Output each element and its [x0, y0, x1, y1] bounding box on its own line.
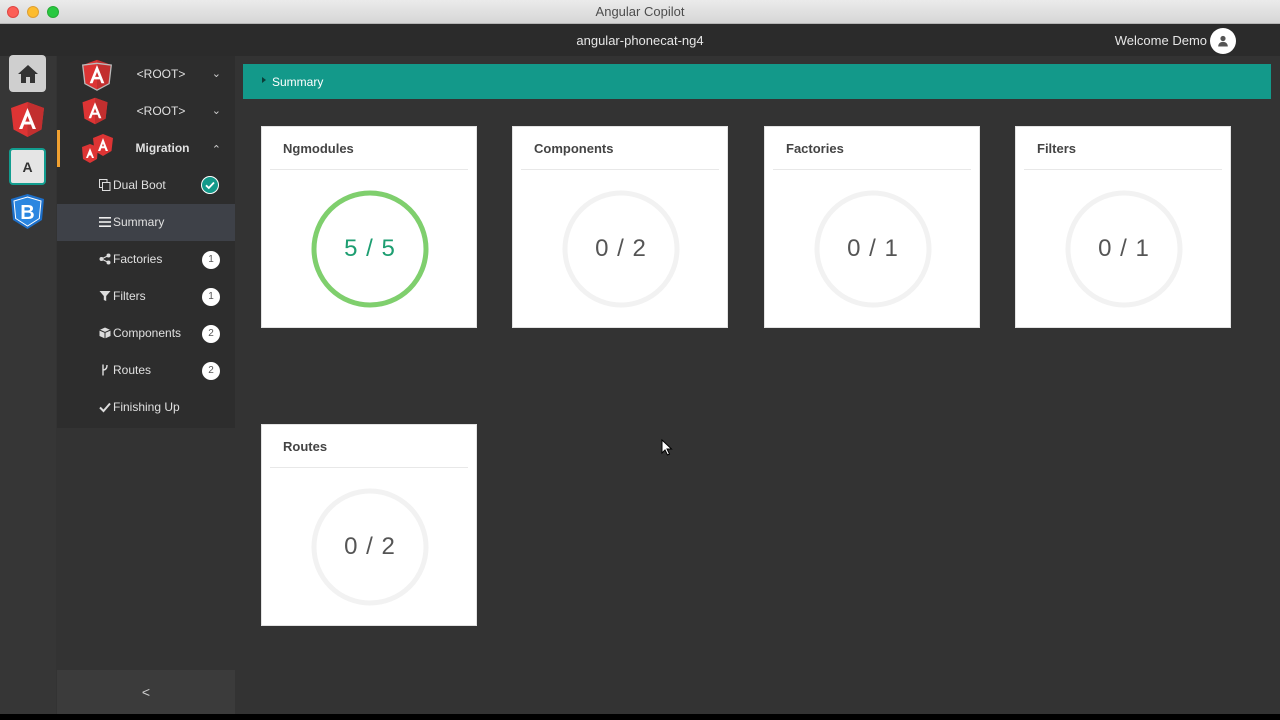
complete-check-icon — [201, 176, 219, 194]
user-icon — [1218, 35, 1228, 47]
nav-item-finishing-up[interactable]: Finishing Up — [57, 389, 235, 426]
project-label: <ROOT> — [136, 104, 186, 118]
home-button[interactable] — [9, 55, 46, 92]
app-window: Angular Copilot angular-phonecat-ng4 Wel… — [0, 0, 1280, 714]
angularjs-app-button[interactable]: A — [9, 148, 46, 185]
angular-logo-icon — [82, 59, 112, 91]
nav-item-label: Filters — [113, 289, 146, 303]
chevron-left-icon: < — [141, 684, 151, 700]
count-badge: 2 — [202, 325, 220, 343]
card-divider — [521, 169, 719, 170]
project-migration[interactable]: Migration ⌃ — [57, 130, 235, 167]
nav-item-routes[interactable]: Routes 2 — [57, 352, 235, 389]
summary-card-components: Components 0 / 2 — [512, 126, 728, 328]
card-title: Ngmodules — [283, 141, 354, 156]
nav-item-label: Dual Boot — [113, 178, 166, 192]
mouse-cursor-icon — [661, 439, 673, 456]
card-divider — [1024, 169, 1222, 170]
app-header: angular-phonecat-ng4 Welcome Demo — [0, 24, 1280, 56]
nav-item-filters[interactable]: Filters 1 — [57, 278, 235, 315]
project-name: angular-phonecat-ng4 — [576, 33, 704, 48]
angular-logo-icon — [82, 97, 108, 125]
copy-icon — [99, 179, 111, 191]
card-title: Filters — [1037, 141, 1077, 156]
count-badge: 1 — [202, 251, 220, 269]
project-label: <ROOT> — [136, 67, 186, 81]
summary-card-filters: Filters 0 / 1 — [1015, 126, 1231, 328]
summary-card-ngmodules: Ngmodules 5 / 5 — [261, 126, 477, 328]
collapse-sidebar-button[interactable]: < — [57, 670, 235, 714]
summary-header-bar[interactable]: Summary — [243, 64, 1271, 99]
project-label: Migration — [135, 141, 190, 155]
project-root-1[interactable]: <ROOT> ⌄ — [57, 56, 235, 93]
progress-value: 0 / 2 — [344, 533, 396, 560]
progress-value: 0 / 2 — [595, 235, 647, 262]
nav-item-components[interactable]: Components 2 — [57, 315, 235, 352]
bootstrap-shield-icon: B — [11, 194, 44, 229]
share-icon — [99, 253, 111, 265]
home-icon — [17, 64, 38, 83]
cube-icon — [99, 327, 111, 339]
window-title: Angular Copilot — [595, 4, 685, 19]
chevron-up-icon: ⌃ — [211, 144, 221, 156]
card-divider — [773, 169, 971, 170]
nav-item-label: Summary — [113, 215, 165, 229]
progress-value: 5 / 5 — [344, 235, 396, 262]
summary-card-factories: Factories 0 / 1 — [764, 126, 980, 328]
angular-logo-icon — [11, 102, 44, 137]
progress-value: 0 / 1 — [847, 235, 899, 262]
bottom-edge — [0, 714, 1280, 720]
progress-value: 0 / 1 — [1098, 235, 1150, 262]
welcome-text: Welcome Demo — [1114, 33, 1207, 48]
migration-logo-icon — [82, 134, 113, 163]
nav-item-summary[interactable]: Summary — [57, 204, 235, 241]
nav-item-dual-boot[interactable]: Dual Boot — [57, 167, 235, 204]
count-badge: 2 — [202, 362, 220, 380]
nav-item-factories[interactable]: Factories 1 — [57, 241, 235, 278]
user-avatar[interactable] — [1210, 28, 1236, 54]
check-icon — [99, 402, 111, 413]
chevron-down-icon: ⌄ — [211, 105, 221, 117]
card-title: Components — [534, 141, 614, 156]
card-divider — [270, 169, 468, 170]
chevron-down-icon: ⌄ — [211, 68, 221, 80]
side-nav: <ROOT> ⌄ <ROOT> ⌄ Migration ⌃ Dual Boot … — [57, 56, 235, 428]
main-content: Summary Ngmodules 5 / 5 Components 0 / 2… — [235, 56, 1280, 714]
bootstrap-app-button[interactable]: B — [9, 193, 46, 230]
card-divider — [270, 467, 468, 468]
fork-icon — [102, 364, 108, 376]
nav-item-label: Routes — [113, 363, 152, 377]
filter-icon — [99, 291, 111, 301]
count-badge: 1 — [202, 288, 220, 306]
summary-card-routes: Routes 0 / 2 — [261, 424, 477, 626]
list-icon — [99, 217, 111, 227]
svg-text:B: B — [20, 202, 34, 224]
angular-app-button[interactable] — [9, 101, 46, 138]
nav-item-label: Factories — [113, 252, 163, 266]
summary-title: Summary — [272, 75, 324, 89]
project-root-2[interactable]: <ROOT> ⌄ — [57, 93, 235, 130]
nav-item-label: Finishing Up — [113, 400, 180, 414]
card-title: Routes — [283, 439, 328, 454]
angularjs-letter: A — [22, 158, 33, 175]
title-bar: Angular Copilot — [0, 0, 1280, 24]
card-title: Factories — [786, 141, 844, 156]
caret-right-icon — [262, 77, 266, 83]
nav-item-label: Components — [113, 326, 182, 340]
